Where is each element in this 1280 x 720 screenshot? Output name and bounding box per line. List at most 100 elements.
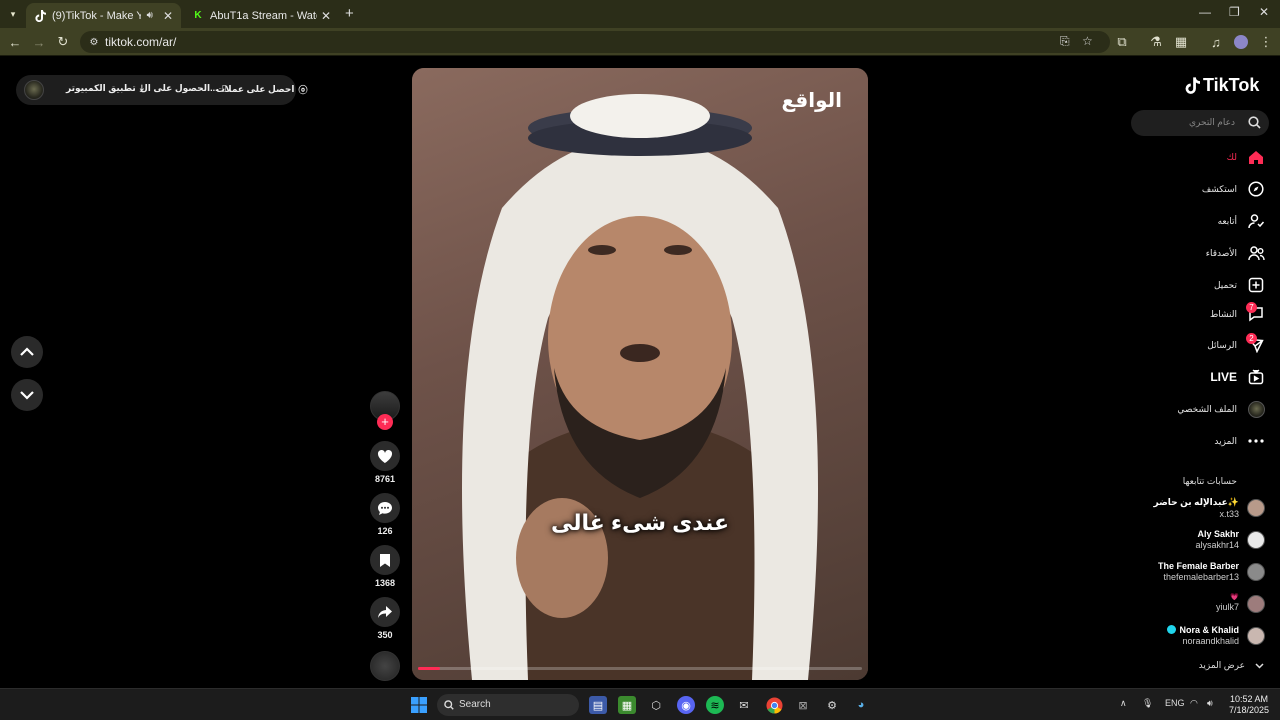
share-button[interactable]: [370, 597, 400, 627]
account-name: 💗: [1230, 594, 1239, 601]
tab-tiktok[interactable]: (9)TikTok - Make Your Day 🔊︎ ✕: [26, 3, 181, 28]
video-watermark: الواقع: [781, 90, 842, 112]
minimize-icon[interactable]: —: [1199, 5, 1211, 19]
nav-activity[interactable]: النشاط 7: [1125, 302, 1265, 326]
music-disc-avatar[interactable]: [370, 651, 400, 681]
account-handle: thefemalebarber13: [1163, 572, 1239, 582]
nav-friends[interactable]: الأصدقاء: [1125, 241, 1265, 265]
browser-menu-icon[interactable]: ⋮: [1257, 33, 1275, 51]
tab-search-icon[interactable]: ▾: [4, 5, 22, 23]
nav-following[interactable]: أتابعه: [1125, 209, 1265, 233]
tab-kick-stream[interactable]: K AbuT1a Stream - Watch Live on ✕: [184, 3, 339, 28]
nav-label: LIVE: [1210, 370, 1237, 384]
forward-icon[interactable]: →: [30, 33, 48, 51]
chrome-icon[interactable]: [765, 696, 783, 714]
audio-playing-icon[interactable]: 🔊︎: [147, 10, 153, 21]
following-account[interactable]: Aly Sakhr alysakhr14: [1125, 528, 1265, 556]
follow-plus-icon[interactable]: +: [377, 414, 393, 430]
avatar: [1247, 595, 1265, 613]
minecraft-icon[interactable]: ▦: [618, 696, 636, 714]
tab-close-icon[interactable]: ✕: [321, 9, 331, 23]
nav-live[interactable]: LIVE: [1125, 365, 1265, 389]
tiktok-logo[interactable]: TikTok: [1185, 75, 1259, 96]
mail-icon[interactable]: ✉: [735, 696, 753, 714]
tab-close-icon[interactable]: ✕: [163, 9, 173, 23]
xbox-icon[interactable]: ⊠: [794, 696, 812, 714]
save-button[interactable]: [370, 545, 400, 575]
media-control-icon[interactable]: ♫: [1207, 33, 1225, 51]
nav-for-you[interactable]: لك: [1125, 145, 1265, 169]
site-info-icon[interactable]: ⚙︎: [86, 34, 102, 50]
nav-label: الملف الشخصي: [1177, 403, 1237, 414]
see-more-label: عرض المزيد: [1198, 660, 1245, 670]
reload-icon[interactable]: ↻: [54, 33, 72, 51]
video-player[interactable]: الواقع عندى شىء غالى: [412, 68, 868, 680]
live-icon: [1247, 368, 1265, 386]
account-name-text: Nora & Khalid: [1179, 625, 1239, 635]
restore-icon[interactable]: ❐: [1229, 5, 1240, 19]
verified-icon: [1167, 625, 1177, 634]
search-input[interactable]: دعام التحري: [1131, 110, 1269, 136]
coins-button[interactable]: احصل على عملات ⓞ: [216, 83, 307, 96]
avatar: [1247, 499, 1265, 517]
side-panel-icon[interactable]: ▦: [1172, 33, 1190, 51]
system-clock[interactable]: 10:52 AM 7/18/2025: [1229, 694, 1269, 716]
following-account[interactable]: Nora & Khalid noraandkhalid: [1125, 624, 1265, 652]
bookmark-star-icon[interactable]: ☆: [1082, 34, 1093, 48]
following-accounts-title: حسابات تتابعها: [1182, 476, 1237, 486]
account-handle: alysakhr14: [1195, 540, 1239, 550]
previous-video-button[interactable]: [11, 336, 43, 368]
tiktok-page: تطبيق الكمبيوتر ⤓ الحصول على ال... ▯ احص…: [0, 57, 1280, 688]
nav-upload[interactable]: تحميل: [1125, 273, 1265, 297]
window-close-icon[interactable]: ✕: [1259, 5, 1269, 19]
cube-app-icon[interactable]: ⬡: [647, 696, 665, 714]
nav-messages[interactable]: الرسائل 2: [1125, 333, 1265, 357]
install-app-icon[interactable]: ⎘: [1060, 34, 1070, 49]
app-icon[interactable]: ▤: [589, 696, 607, 714]
following-account[interactable]: The Female Barber thefemalebarber13: [1125, 560, 1265, 588]
browser-toolbar: ← → ↻ ⚙︎ tiktok.com/ar/ ⎘ ☆ ⧉ ⚗︎ ▦ ♫ ⋮: [0, 28, 1280, 56]
tray-chevron-up-icon[interactable]: ∧: [1120, 698, 1127, 709]
video-progress-bar[interactable]: [418, 667, 862, 670]
chevron-down-icon: [1255, 662, 1264, 669]
tab-title: (9)TikTok - Make Your Day: [52, 9, 141, 22]
language-indicator[interactable]: ENG: [1165, 698, 1185, 708]
taskbar-search[interactable]: Search: [437, 694, 579, 716]
microphone-icon[interactable]: 🎙︎: [1142, 698, 1153, 709]
comment-count: 126: [377, 526, 393, 536]
address-bar[interactable]: ⚙︎ tiktok.com/ar/ ⎘ ☆: [80, 31, 1110, 53]
settings-icon[interactable]: ⚙︎: [823, 696, 841, 714]
upload-icon: [1247, 276, 1265, 294]
following-account[interactable]: عبدالإله بن حاضر✨ x.t33: [1125, 496, 1265, 524]
nav-explore[interactable]: استكشف: [1125, 177, 1265, 201]
tab-strip: ▾ (9)TikTok - Make Your Day 🔊︎ ✕ K AbuT1…: [0, 0, 1280, 28]
back-icon[interactable]: ←: [6, 33, 24, 51]
new-tab-icon[interactable]: +: [345, 5, 354, 22]
lab-icon[interactable]: ⚗︎: [1147, 33, 1165, 51]
tab-title: AbuT1a Stream - Watch Live on: [210, 9, 317, 22]
comment-icon: [378, 501, 392, 515]
steam-icon[interactable]: ◕: [852, 696, 870, 714]
discord-icon[interactable]: ◉: [677, 696, 695, 714]
nav-profile[interactable]: الملف الشخصي: [1125, 397, 1265, 421]
like-button[interactable]: [370, 441, 400, 471]
clock-time: 10:52 AM: [1230, 694, 1269, 704]
wifi-icon[interactable]: ◠: [1190, 698, 1198, 709]
get-app-button[interactable]: الحصول على ال... ▯: [140, 83, 227, 94]
windows-start-icon[interactable]: [410, 696, 428, 714]
see-more-button[interactable]: عرض المزيد: [1199, 660, 1264, 671]
spotify-icon[interactable]: ≋: [706, 696, 724, 714]
extensions-icon[interactable]: ⧉: [1113, 33, 1131, 51]
following-account[interactable]: 💗 yiulk7: [1125, 592, 1265, 620]
tiktok-favicon-icon: [34, 9, 46, 22]
comment-button[interactable]: [370, 493, 400, 523]
volume-icon[interactable]: 🔊︎: [1207, 698, 1213, 709]
nav-more[interactable]: المزيد: [1125, 429, 1265, 453]
next-video-button[interactable]: [11, 379, 43, 411]
user-avatar[interactable]: [24, 80, 44, 100]
top-actions-bar: تطبيق الكمبيوتر ⤓ الحصول على ال... ▯ احص…: [16, 75, 307, 105]
pc-app-button[interactable]: تطبيق الكمبيوتر ⤓: [66, 83, 144, 94]
account-name: عبدالإله بن حاضر✨: [1153, 497, 1239, 507]
save-count: 1368: [374, 578, 396, 588]
profile-avatar-icon[interactable]: [1232, 33, 1250, 51]
